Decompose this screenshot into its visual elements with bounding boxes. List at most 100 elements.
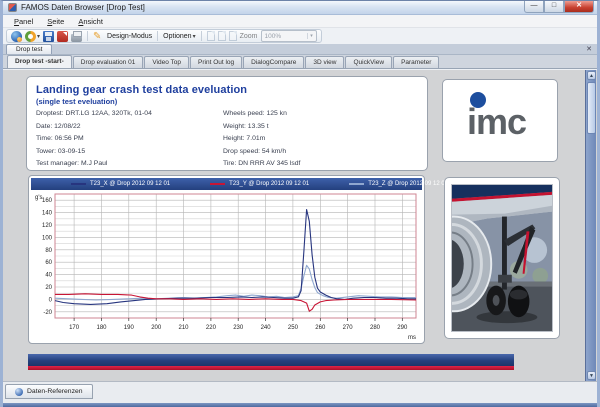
maximize-button[interactable]: □	[544, 1, 564, 13]
legend-label-t23y: T23_Y @ Drop 2012 09 12 01	[229, 181, 309, 187]
svg-text:180: 180	[96, 325, 107, 331]
tab-drop-test[interactable]: Drop test	[6, 44, 52, 54]
zoom-combobox[interactable]: 100% ▾	[261, 30, 317, 42]
separator	[157, 31, 158, 41]
scroll-up-icon[interactable]: ▲	[587, 71, 596, 80]
scrollbar-thumb[interactable]	[587, 82, 596, 134]
minimize-button[interactable]: —	[524, 1, 544, 13]
window-title: FAMOS Daten Browser [Drop Test]	[21, 3, 145, 12]
svg-text:250: 250	[288, 325, 299, 331]
page-icon-1[interactable]	[207, 31, 215, 41]
page-icon-2[interactable]	[218, 31, 226, 41]
acceleration-chart: -200204060801001201401601701801902002102…	[31, 190, 422, 343]
legend-label-t23z: T23_Z @ Drop 2012 09 12 01	[368, 181, 448, 187]
svg-text:230: 230	[233, 325, 244, 331]
svg-text:290: 290	[397, 325, 408, 331]
app-icon	[8, 3, 17, 12]
design-mode-icon[interactable]: ✎	[93, 31, 104, 42]
subtab-print-out-log[interactable]: Print Out log	[190, 56, 242, 68]
save-icon[interactable]	[43, 31, 54, 42]
svg-text:220: 220	[206, 325, 217, 331]
report-field: Test manager: M.J Paul	[36, 158, 152, 171]
svg-text:g's: g's	[35, 195, 42, 201]
options-button[interactable]: Optionen	[163, 33, 191, 40]
svg-text:100: 100	[42, 235, 53, 241]
separator	[201, 31, 202, 41]
window-bottom-frame	[3, 403, 597, 407]
svg-text:170: 170	[69, 325, 80, 331]
menu-seite[interactable]: Seite	[40, 16, 71, 27]
vertical-scrollbar[interactable]: ▲ ▼	[585, 70, 596, 381]
report-title: Landing gear crash test data eveluation	[36, 84, 418, 96]
page-tab-bar: Drop test ✕	[3, 44, 597, 55]
chart-legend: T23_X @ Drop 2012 09 12 01 T23_Y @ Drop …	[31, 178, 422, 190]
report-field: Height: 7.01m	[223, 133, 300, 146]
svg-text:190: 190	[124, 325, 135, 331]
status-bar: Daten-Referenzen	[3, 381, 597, 403]
reload-dropdown-icon[interactable]: ▾	[37, 33, 40, 40]
page-icon-3[interactable]	[229, 31, 237, 41]
subtab-3d-view[interactable]: 3D view	[305, 56, 344, 68]
svg-text:-20: -20	[43, 310, 52, 316]
svg-text:80: 80	[45, 248, 52, 254]
panel-content: Landing gear crash test data eveluation …	[3, 69, 597, 381]
menu-ansicht[interactable]: Ansicht	[71, 16, 110, 27]
toolbar-group: ▾ ✎ Design-Modus Optionen ▾ Zoom 100% ▾	[6, 29, 322, 43]
subtab-parameter[interactable]: Parameter	[393, 56, 439, 68]
design-mode-button[interactable]: Design-Modus	[107, 33, 152, 40]
report-field: Date: 12/08/22	[36, 121, 152, 134]
print-icon[interactable]	[71, 34, 82, 42]
decorative-stripe-bar	[28, 354, 514, 370]
zoom-label: Zoom	[240, 33, 258, 40]
svg-text:240: 240	[261, 325, 272, 331]
imc-logo-panel: imc	[442, 79, 558, 162]
app-window: FAMOS Daten Browser [Drop Test] — □ ✕ Pa…	[0, 0, 600, 407]
pdf-export-icon[interactable]	[57, 31, 68, 42]
report-fields-left: Droptest: DRT.LG 12AA, 320Tk, 01-04 Date…	[36, 108, 152, 171]
report-field: Wheels peed: 125 kn	[223, 108, 300, 121]
svg-text:20: 20	[45, 285, 52, 291]
subtab-drop-evaluation-01[interactable]: Drop evaluation 01	[73, 56, 144, 68]
subtab-drop-test-start[interactable]: Drop test -start-	[7, 55, 72, 68]
reload-icon[interactable]	[25, 31, 36, 42]
subtab-dialogcompare[interactable]: DialogCompare	[243, 56, 304, 68]
separator	[87, 31, 88, 41]
landing-gear-photo	[451, 184, 553, 332]
stripe-blue	[28, 354, 514, 366]
landing-gear-photo-panel	[444, 177, 560, 339]
report-header-panel: Landing gear crash test data eveluation …	[26, 76, 428, 171]
zoom-value: 100%	[262, 33, 307, 40]
zoom-dropdown-icon[interactable]: ▾	[307, 33, 316, 39]
close-button[interactable]: ✕	[564, 1, 594, 13]
menu-bar: Panel Seite Ansicht	[3, 15, 597, 28]
panel-browser-icon[interactable]	[11, 31, 22, 42]
svg-text:260: 260	[315, 325, 326, 331]
report-field: Time: 06:56 PM	[36, 133, 152, 146]
options-dropdown-icon[interactable]: ▾	[193, 33, 196, 40]
daten-referenzen-button[interactable]: Daten-Referenzen	[5, 384, 93, 399]
legend-swatch-t23z	[349, 183, 364, 185]
daten-referenzen-label: Daten-Referenzen	[27, 388, 83, 395]
svg-text:120: 120	[42, 223, 53, 229]
report-field: Tower: 03-09-15	[36, 146, 152, 159]
close-tab-icon[interactable]: ✕	[586, 45, 592, 54]
title-bar[interactable]: FAMOS Daten Browser [Drop Test] — □ ✕	[3, 1, 597, 15]
svg-text:0: 0	[49, 297, 53, 303]
svg-text:280: 280	[370, 325, 381, 331]
legend-item-t23z: T23_Z @ Drop 2012 09 12 01	[349, 181, 448, 187]
report-field: Tire: DN RRR AV 345 lsdf	[223, 158, 300, 171]
svg-text:200: 200	[151, 325, 162, 331]
menu-panel[interactable]: Panel	[7, 16, 40, 27]
svg-text:160: 160	[42, 198, 53, 204]
legend-item-t23x: T23_X @ Drop 2012 09 12 01	[71, 181, 170, 187]
data-references-icon	[15, 388, 23, 396]
subtab-quickview[interactable]: QuickView	[345, 56, 392, 68]
legend-swatch-t23x	[71, 183, 86, 185]
chart-panel: T23_X @ Drop 2012 09 12 01 T23_Y @ Drop …	[28, 175, 425, 344]
report-field: Drop speed: 54 km/h	[223, 146, 300, 159]
toolbar: ▾ ✎ Design-Modus Optionen ▾ Zoom 100% ▾	[3, 28, 597, 44]
subtab-video-top[interactable]: Video Top	[144, 56, 189, 68]
svg-text:ms: ms	[408, 335, 416, 341]
scroll-down-icon[interactable]: ▼	[587, 371, 596, 380]
report-subtitle: (single test eveluation)	[36, 97, 418, 106]
